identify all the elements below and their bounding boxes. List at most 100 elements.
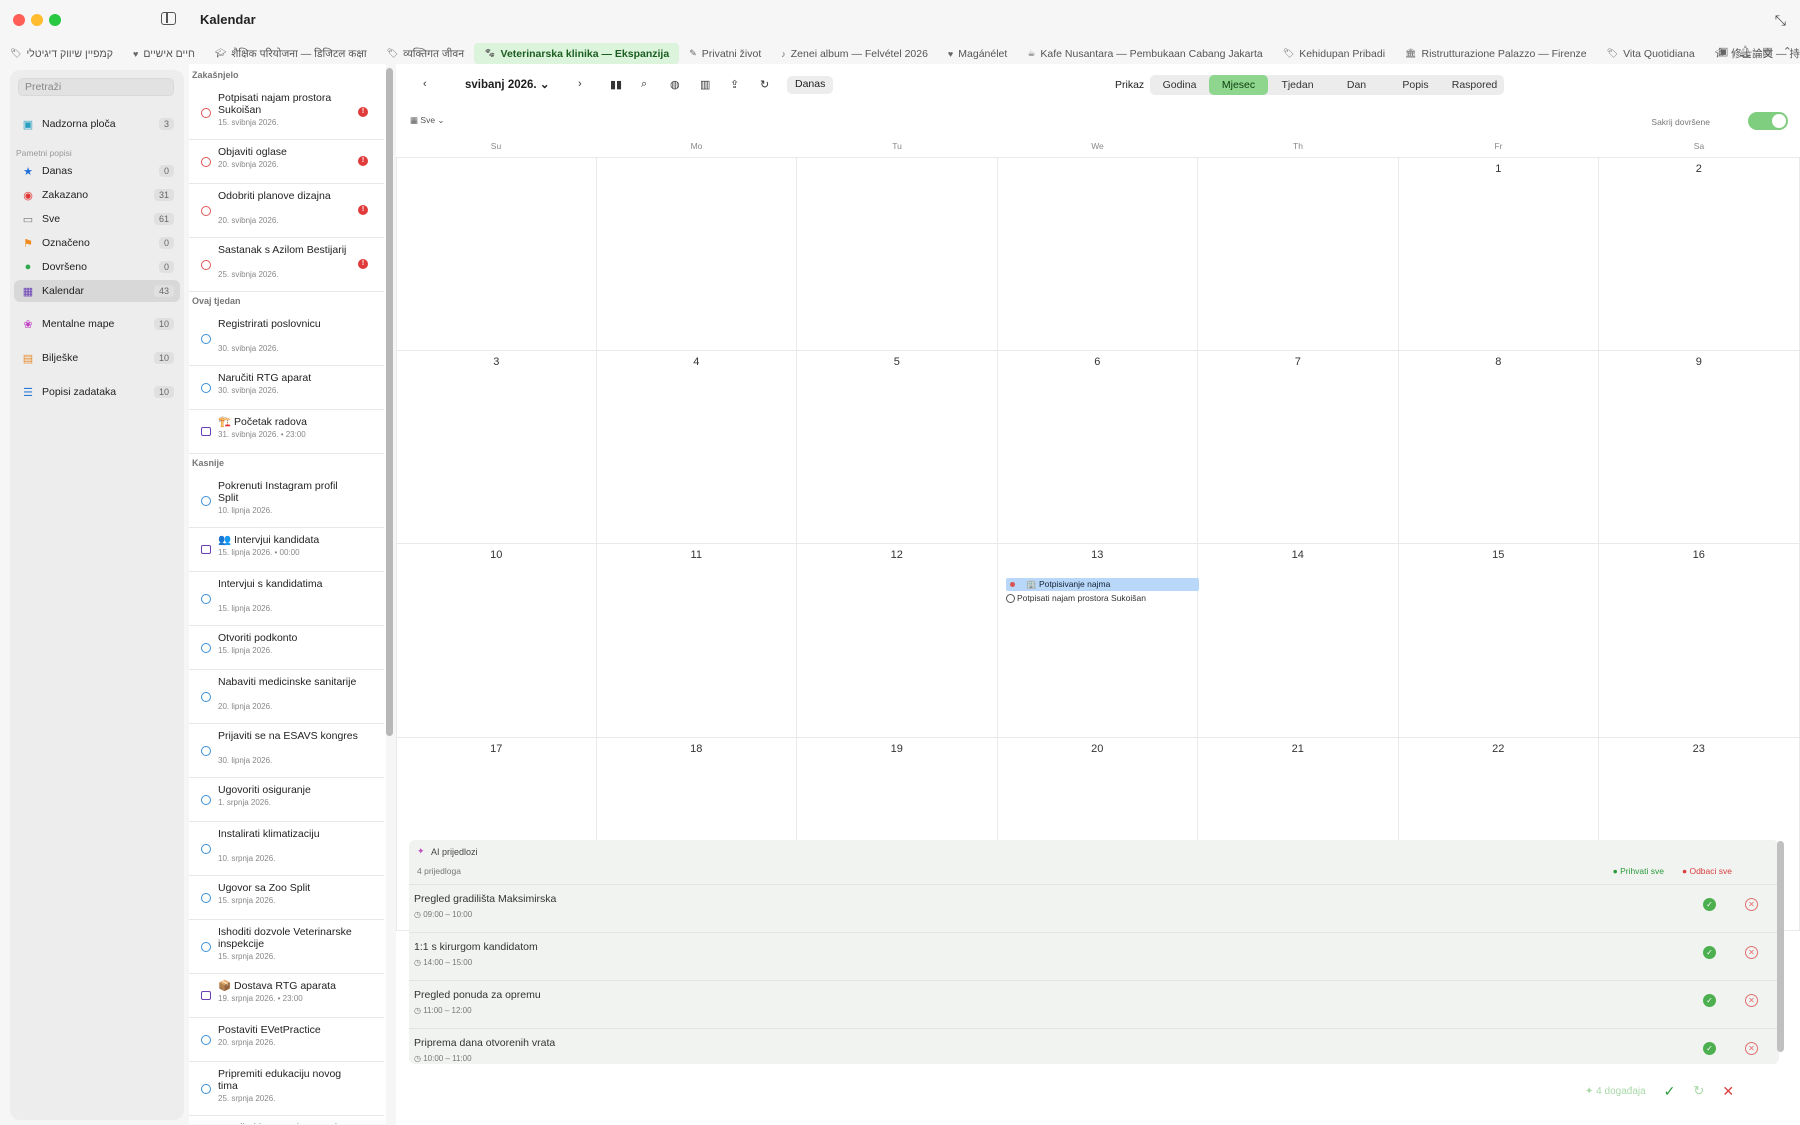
today-button[interactable]: Danas: [787, 76, 834, 94]
view-godina[interactable]: Godina: [1150, 75, 1209, 95]
day-cell[interactable]: 1: [1398, 157, 1599, 351]
month-picker[interactable]: svibanj 2026. ⌄: [465, 77, 549, 91]
accept-suggestion-button[interactable]: ✓: [1703, 994, 1716, 1007]
day-cell[interactable]: [396, 157, 597, 351]
tab-0[interactable]: 🏷︎ קמפיין שיווק דיגיטלי: [0, 43, 123, 64]
task-item[interactable]: Sastanak s Azilom Bestijarij 25. svibnja …: [189, 238, 384, 292]
task-checkbox[interactable]: [201, 334, 211, 344]
reject-suggestion-button[interactable]: ✕: [1745, 946, 1758, 959]
minimize-window-button[interactable]: [31, 14, 43, 26]
task-item[interactable]: Instalirati klimatizaciju 10. srpnja 2026…: [189, 822, 384, 876]
reject-all-button[interactable]: ● Odbaci sve: [1682, 866, 1732, 876]
ai-panel-scrollbar[interactable]: [1777, 841, 1784, 1052]
tab-1[interactable]: ♥ חיים אישיים: [123, 43, 205, 64]
day-cell[interactable]: 6: [997, 350, 1198, 544]
day-cell[interactable]: 16: [1599, 544, 1800, 738]
stats-icon[interactable]: ▮▮: [610, 78, 622, 94]
accept-all-button[interactable]: ● Prihvati sve: [1613, 866, 1664, 876]
task-checkbox[interactable]: [201, 1035, 211, 1045]
sidebar-item-mentalne-mape[interactable]: ❀ Mentalne mape 10: [14, 313, 180, 335]
tab-4[interactable]: 🐾︎ Veterinarska klinika — Ekspanzija: [474, 43, 680, 64]
task-item[interactable]: Prenijeti kartone iz Zagreba10. kolovoza…: [189, 1116, 384, 1124]
task-item[interactable]: Odobriti planove dizajna 20. svibnja 2026…: [189, 184, 384, 238]
task-checkbox[interactable]: [201, 496, 211, 506]
tab-6[interactable]: ♪ Zenei album — Felvétel 2026: [771, 43, 938, 64]
task-list-scrollbar[interactable]: [386, 68, 393, 736]
task-item[interactable]: Prijaviti se na ESAVS kongres 30. lipnja …: [189, 724, 384, 778]
task-checkbox[interactable]: [201, 643, 211, 653]
day-cell[interactable]: 15: [1398, 544, 1599, 738]
task-item[interactable]: Pokrenuti Instagram profil Split 10. lipn…: [189, 474, 384, 528]
palette-icon[interactable]: ◍: [670, 78, 680, 94]
day-cell[interactable]: 7: [1198, 350, 1399, 544]
tab-2[interactable]: 🎓︎ शैक्षिक परियोजना — डिजिटल कक्षा: [205, 43, 377, 64]
task-item[interactable]: Objaviti oglase 20. svibnja 2026.!: [189, 140, 384, 184]
day-cell[interactable]: 9: [1599, 350, 1800, 544]
task-item[interactable]: 📦 Dostava RTG aparata 19. srpnja 2026. • …: [189, 974, 384, 1018]
task-item[interactable]: Registrirati poslovnicu 30. svibnja 2026.: [189, 312, 384, 366]
day-cell[interactable]: 5: [797, 350, 998, 544]
filter-dropdown[interactable]: ▦ Sve ⌄: [410, 115, 445, 126]
bell-icon[interactable]: 🔔︎: [1738, 45, 1752, 58]
task-checkbox[interactable]: [201, 108, 211, 118]
day-cell[interactable]: 2: [1599, 157, 1800, 351]
reject-suggestion-button[interactable]: ✕: [1745, 898, 1758, 911]
share-icon[interactable]: ⇪: [730, 78, 739, 94]
task-item[interactable]: Postaviti EVetPractice 20. srpnja 2026.: [189, 1018, 384, 1062]
task-item[interactable]: Ugovoriti osiguranje 1. srpnja 2026.: [189, 778, 384, 822]
sidebar-toggle-icon[interactable]: [161, 12, 176, 25]
sidebar-item-kalendar[interactable]: ▦ Kalendar 43: [14, 280, 180, 302]
zoom-window-button[interactable]: [49, 14, 61, 26]
tab-3[interactable]: 🏷︎ व्यक्तिगत जीवन: [377, 43, 474, 64]
next-month-button[interactable]: ›: [578, 78, 582, 94]
day-cell[interactable]: 11: [596, 544, 797, 738]
day-cell[interactable]: 3: [396, 350, 597, 544]
day-cell[interactable]: 12: [797, 544, 998, 738]
task-checkbox[interactable]: [201, 260, 211, 270]
task-checkbox[interactable]: [201, 844, 211, 854]
calendar-task-event[interactable]: Potpisati najam prostora Sukoišan: [1006, 592, 1199, 605]
task-checkbox[interactable]: [201, 206, 211, 216]
tab-5[interactable]: ✎ Privatni život: [679, 43, 771, 64]
task-checkbox[interactable]: [201, 692, 211, 702]
task-checkbox[interactable]: [201, 942, 211, 952]
day-cell[interactable]: 14: [1198, 544, 1399, 738]
day-cell[interactable]: 10: [396, 544, 597, 738]
tab-7[interactable]: ♥ Magánélet: [938, 43, 1017, 64]
view-raspored[interactable]: Raspored: [1445, 75, 1504, 95]
refresh-icon[interactable]: ↻: [760, 78, 769, 94]
reject-suggestion-button[interactable]: ✕: [1745, 994, 1758, 1007]
view-tjedan[interactable]: Tjedan: [1268, 75, 1327, 95]
task-checkbox[interactable]: [201, 594, 211, 604]
expand-icon[interactable]: ⤡: [1775, 12, 1786, 29]
day-cell[interactable]: 13: [997, 544, 1198, 738]
day-cell[interactable]: [797, 157, 998, 351]
task-item[interactable]: Otvoriti podkonto 15. lipnja 2026.: [189, 626, 384, 670]
hide-completed-toggle[interactable]: [1748, 112, 1788, 130]
task-checkbox[interactable]: [201, 795, 211, 805]
day-cell[interactable]: [1198, 157, 1399, 351]
close-window-button[interactable]: [13, 14, 25, 26]
task-item[interactable]: Naručiti RTG aparat 30. svibnja 2026.: [189, 366, 384, 410]
sidebar-item-sve[interactable]: ▭ Sve 61: [14, 208, 180, 230]
task-item[interactable]: Ugovor sa Zoo Split 15. srpnja 2026.: [189, 876, 384, 920]
reject-suggestion-button[interactable]: ✕: [1745, 1042, 1758, 1055]
task-item[interactable]: Nabaviti medicinske sanitarije 20. lipnja…: [189, 670, 384, 724]
tab-10[interactable]: 🏛︎ Ristrutturazione Palazzo — Firenze: [1395, 43, 1597, 64]
book-icon[interactable]: ▥: [700, 78, 710, 94]
tab-11[interactable]: 🏷︎ Vita Quotidiana: [1597, 43, 1705, 64]
retry-icon[interactable]: ↻: [1693, 1083, 1704, 1099]
chevron-up-icon[interactable]: ⌃: [1783, 45, 1792, 58]
task-item[interactable]: 🏗️ Početak radova 31. svibnja 2026. • 23:…: [189, 410, 384, 454]
calendar-event[interactable]: 🏢 Potpisivanje najma: [1006, 578, 1199, 591]
archive-icon[interactable]: ▣: [1718, 45, 1728, 58]
confirm-icon[interactable]: ✓: [1664, 1083, 1676, 1100]
search-icon[interactable]: ⌕: [641, 78, 647, 94]
day-cell[interactable]: 8: [1398, 350, 1599, 544]
task-checkbox[interactable]: [201, 157, 211, 167]
sidebar-item-bilješke[interactable]: ▤ Bilješke 10: [14, 347, 180, 369]
tab-8[interactable]: ☕︎ Kafe Nusantara — Pembukaan Cabang Jaka…: [1017, 43, 1272, 64]
day-cell[interactable]: 4: [596, 350, 797, 544]
sidebar-item-dashboard[interactable]: ▣ Nadzorna ploča 3: [14, 113, 180, 135]
task-item[interactable]: Intervjui s kandidatima 15. lipnja 2026.: [189, 572, 384, 626]
